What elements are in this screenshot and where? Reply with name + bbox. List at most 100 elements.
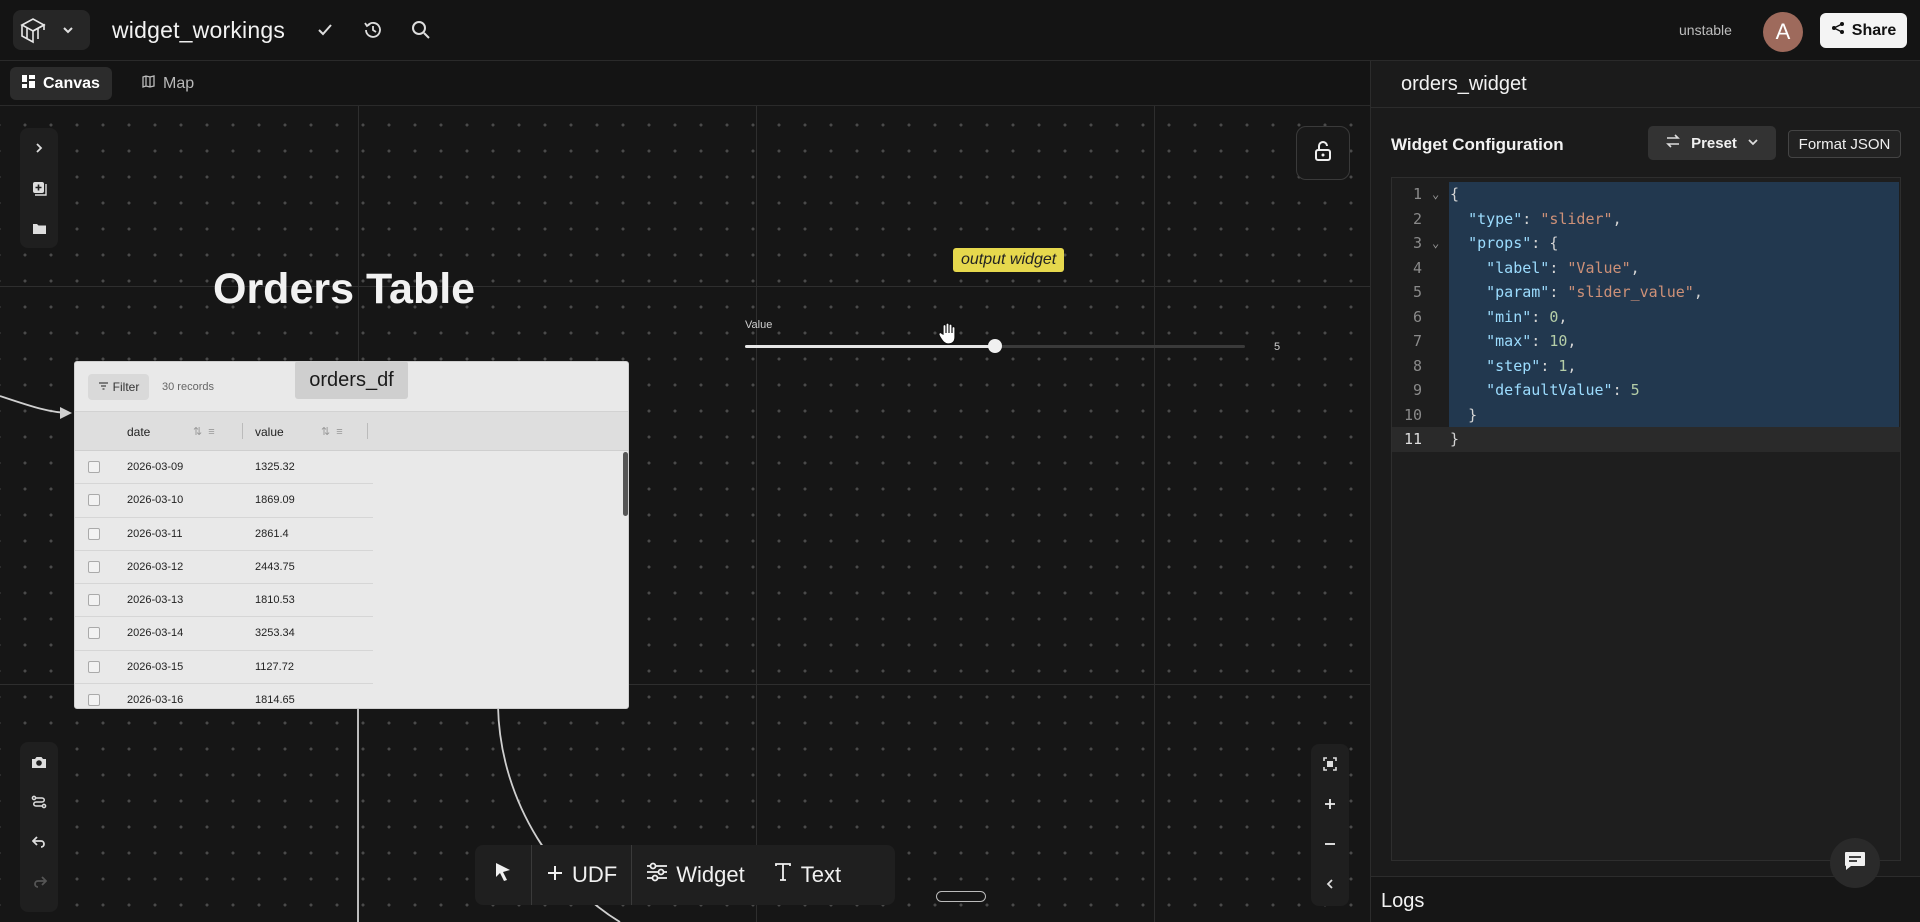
fold-icon[interactable]: ⌄ [1432, 182, 1439, 207]
column-header-date[interactable]: date [127, 425, 150, 439]
cell-date: 2026-03-16 [127, 694, 184, 707]
search-icon[interactable] [409, 18, 433, 42]
row-checkbox[interactable] [88, 560, 100, 573]
undo-icon[interactable] [20, 822, 58, 862]
code-line[interactable]: 7 "max": 10, [1392, 329, 1900, 354]
code-line[interactable]: 8 "step": 1, [1392, 353, 1900, 378]
format-json-button[interactable]: Format JSON [1788, 130, 1901, 158]
table-row[interactable]: 2026-03-12 2443.75 [75, 551, 373, 585]
cell-value: 1127.72 [255, 660, 294, 673]
orders-table[interactable]: Filter 30 records date ⇅≡ value ⇅≡ 2026-… [74, 361, 629, 709]
dataframe-label[interactable]: orders_df [295, 361, 408, 399]
column-divider[interactable] [242, 423, 243, 439]
row-checkbox[interactable] [88, 461, 100, 473]
app-menu[interactable] [13, 10, 90, 50]
code-text: "defaultValue": 5 [1486, 381, 1640, 399]
redo-icon[interactable] [20, 862, 58, 902]
code-line[interactable]: 4 "label": "Value", [1392, 255, 1900, 280]
slider-thumb[interactable] [988, 339, 1002, 353]
value-slider[interactable] [745, 339, 1245, 353]
column-header-value[interactable]: value [255, 425, 284, 439]
pointer-icon [491, 860, 515, 890]
drawer-handle[interactable] [936, 891, 986, 902]
filter-button[interactable]: Filter [88, 374, 149, 400]
cell-value: 1810.53 [255, 594, 295, 607]
row-checkbox[interactable] [88, 627, 100, 640]
logs-panel[interactable]: Logs [1371, 876, 1920, 922]
add-udf-button[interactable]: UDF [532, 845, 631, 905]
sliders-icon [646, 862, 668, 888]
chevron-down-icon[interactable] [53, 10, 83, 50]
add-text-button[interactable]: Text [759, 845, 855, 905]
lock-button[interactable] [1296, 126, 1350, 180]
check-icon[interactable] [313, 18, 337, 42]
line-number: 3 [1412, 234, 1422, 252]
line-number: 7 [1412, 332, 1422, 350]
chevron-right-icon[interactable] [20, 128, 58, 168]
table-row[interactable]: 2026-03-14 3253.34 [75, 617, 373, 651]
chat-button[interactable] [1830, 838, 1880, 888]
fit-view-icon[interactable] [1311, 744, 1349, 784]
code-line[interactable]: 3 ⌄ "props": { [1392, 231, 1900, 256]
row-checkbox[interactable] [88, 594, 100, 607]
camera-icon[interactable] [20, 742, 58, 782]
add-widget-button[interactable]: Widget [632, 845, 758, 905]
add-node-icon[interactable] [20, 168, 58, 208]
sort-filter-icon[interactable]: ⇅≡ [321, 425, 349, 438]
table-row[interactable]: 2026-03-15 1127.72 [75, 651, 373, 685]
table-row[interactable]: 2026-03-13 1810.53 [75, 584, 373, 618]
hand-cursor-icon [937, 322, 959, 351]
project-title[interactable]: widget_workings [112, 17, 285, 44]
widget-config-panel: orders_widget Widget Configuration Prese… [1370, 61, 1920, 922]
history-icon[interactable] [361, 18, 385, 42]
preset-dropdown[interactable]: Preset [1648, 126, 1776, 160]
fold-icon[interactable]: ⌄ [1432, 231, 1439, 256]
code-text: "param": "slider_value", [1486, 283, 1703, 301]
code-text: { [1450, 185, 1460, 203]
table-row[interactable]: 2026-03-16 1814.65 [75, 684, 373, 708]
text-icon [773, 862, 793, 888]
row-checkbox[interactable] [88, 527, 100, 540]
line-number: 4 [1412, 258, 1422, 277]
code-line[interactable]: 1 ⌄ { [1392, 182, 1900, 207]
table-row[interactable]: 2026-03-10 1869.09 [75, 484, 373, 518]
code-line[interactable]: 9 "defaultValue": 5 [1392, 378, 1900, 403]
left-toolbar-bottom [20, 742, 58, 912]
code-line[interactable]: 11} [1392, 427, 1900, 452]
lock-open-icon [1313, 140, 1333, 167]
selection-highlight [1449, 402, 1899, 427]
table-row[interactable]: 2026-03-11 2861.4 [75, 518, 373, 551]
row-checkbox[interactable] [88, 660, 100, 673]
select-tool-button[interactable] [475, 845, 531, 905]
code-line[interactable]: 5 "param": "slider_value", [1392, 280, 1900, 305]
table-scrollbar[interactable] [623, 452, 628, 516]
share-button[interactable]: Share [1820, 13, 1907, 48]
code-text: "type": "slider", [1468, 209, 1622, 228]
logo-icon [13, 10, 53, 50]
column-divider[interactable] [367, 423, 368, 439]
row-checkbox[interactable] [88, 694, 100, 707]
row-checkbox[interactable] [88, 494, 100, 507]
left-toolbar [20, 128, 58, 248]
code-line[interactable]: 6 "min": 0, [1392, 304, 1900, 329]
line-number: 11 [1403, 430, 1422, 448]
chevron-left-icon[interactable] [1311, 864, 1349, 904]
tab-canvas[interactable]: Canvas [10, 67, 112, 100]
tab-map[interactable]: Map [130, 67, 206, 100]
output-widget-label[interactable]: output widget [953, 248, 1065, 272]
code-text: "min": 0, [1486, 307, 1568, 326]
code-line[interactable]: 10 } [1392, 402, 1900, 427]
zoom-out-icon[interactable] [1311, 824, 1349, 864]
zoom-in-icon[interactable] [1311, 784, 1349, 824]
folder-icon[interactable] [20, 208, 58, 248]
route-icon[interactable] [20, 782, 58, 822]
tab-canvas-label: Canvas [43, 74, 100, 92]
cell-value: 1869.09 [255, 494, 295, 507]
avatar[interactable]: A [1763, 12, 1803, 52]
preset-label: Preset [1691, 134, 1737, 152]
table-row[interactable]: 2026-03-09 1325.32 [75, 451, 373, 485]
sort-filter-icon[interactable]: ⇅≡ [193, 425, 221, 438]
code-line[interactable]: 2 "type": "slider", [1392, 206, 1900, 231]
json-editor[interactable]: 1 ⌄ {2 "type": "slider", 3 ⌄ "props": {4 "la… [1391, 177, 1901, 861]
grid-icon [22, 74, 35, 93]
